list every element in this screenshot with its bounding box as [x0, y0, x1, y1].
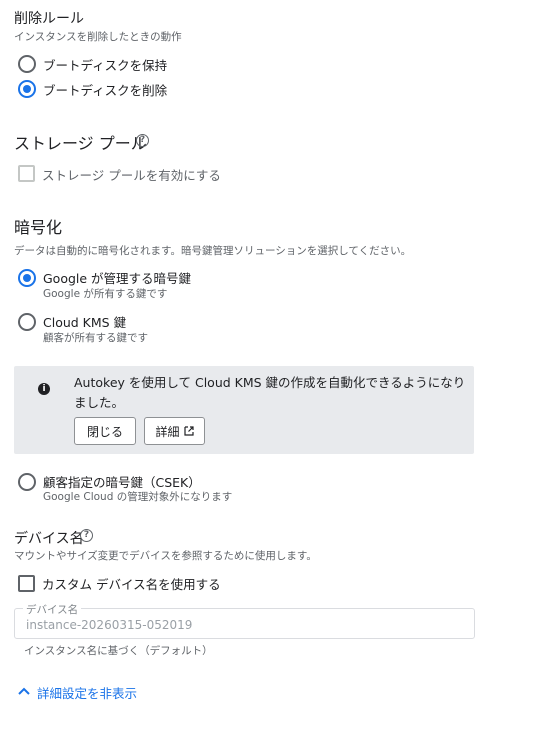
radio-delete-boot-disk[interactable]: ブートディスクを削除	[18, 79, 218, 99]
storage-pool-title: ストレージ プール	[14, 134, 147, 153]
info-icon: i	[38, 383, 50, 395]
hide-advanced-toggle[interactable]: 詳細設定を非表示	[16, 683, 156, 701]
field-label: デバイス名	[23, 602, 82, 617]
radio-keep-boot-disk[interactable]: ブートディスクを保持	[18, 54, 218, 74]
device-name-helper: インスタンス名に基づく（デフォルト）	[24, 645, 213, 657]
radio-csek[interactable]: 顧客指定の暗号鍵（CSEK） Google Cloud の管理対象外になります	[18, 472, 318, 506]
radio-sublabel: 顧客が所有する鍵です	[43, 332, 148, 344]
help-circle-icon[interactable]: ?	[136, 134, 149, 147]
chevron-up-icon	[18, 687, 30, 695]
hide-advanced-label: 詳細設定を非表示	[37, 686, 138, 701]
details-button[interactable]: 詳細	[144, 417, 205, 445]
checkbox-label: ストレージ プールを有効にする	[42, 168, 221, 183]
deletion-rule-subtitle: インスタンスを削除したときの動作	[14, 31, 182, 43]
radio-sublabel: Google Cloud の管理対象外になります	[43, 491, 233, 503]
close-banner-button[interactable]: 閉じる	[74, 417, 136, 445]
checkbox-label: カスタム デバイス名を使用する	[42, 577, 221, 592]
device-name-input[interactable]: instance-20260315-052019	[26, 618, 192, 632]
storage-pool-checkbox-row[interactable]: ストレージ プールを有効にする	[18, 164, 278, 184]
autokey-info-banner: i Autokey を使用して Cloud KMS 鍵の作成を自動化できるように…	[14, 366, 474, 454]
encryption-title: 暗号化	[14, 218, 63, 237]
radio-label: ブートディスクを保持	[43, 58, 168, 73]
radio-google-managed-key[interactable]: Google が管理する暗号鍵 Google が所有する鍵です	[18, 268, 278, 302]
device-name-field[interactable]: デバイス名 instance-20260315-052019	[14, 602, 475, 639]
encryption-subtitle: データは自動的に暗号化されます。暗号鍵管理ソリューションを選択してください。	[14, 245, 412, 257]
radio-button[interactable]	[18, 313, 36, 331]
custom-device-name-checkbox-row[interactable]: カスタム デバイス名を使用する	[18, 574, 278, 594]
radio-label: Cloud KMS 鍵	[43, 315, 127, 330]
checkbox[interactable]	[18, 165, 35, 182]
external-link-icon	[183, 426, 194, 436]
deletion-rule-title: 削除ルール	[14, 11, 84, 27]
radio-button[interactable]	[18, 80, 36, 98]
radio-button[interactable]	[18, 55, 36, 73]
radio-label: ブートディスクを削除	[43, 83, 168, 98]
radio-button[interactable]	[18, 473, 36, 491]
device-name-subtitle: マウントやサイズ変更でデバイスを参照するために使用します。	[14, 550, 317, 562]
radio-label: Google が管理する暗号鍵	[43, 271, 192, 286]
banner-text: Autokey を使用して Cloud KMS 鍵の作成を自動化できるようになり…	[74, 375, 466, 410]
device-name-title: デバイス名	[14, 531, 84, 547]
radio-cloud-kms-key[interactable]: Cloud KMS 鍵 顧客が所有する鍵です	[18, 312, 278, 346]
details-label: 詳細	[155, 424, 180, 439]
radio-button[interactable]	[18, 269, 36, 287]
checkbox[interactable]	[18, 575, 35, 592]
help-circle-icon[interactable]: ?	[80, 529, 93, 542]
radio-sublabel: Google が所有する鍵です	[43, 288, 168, 300]
